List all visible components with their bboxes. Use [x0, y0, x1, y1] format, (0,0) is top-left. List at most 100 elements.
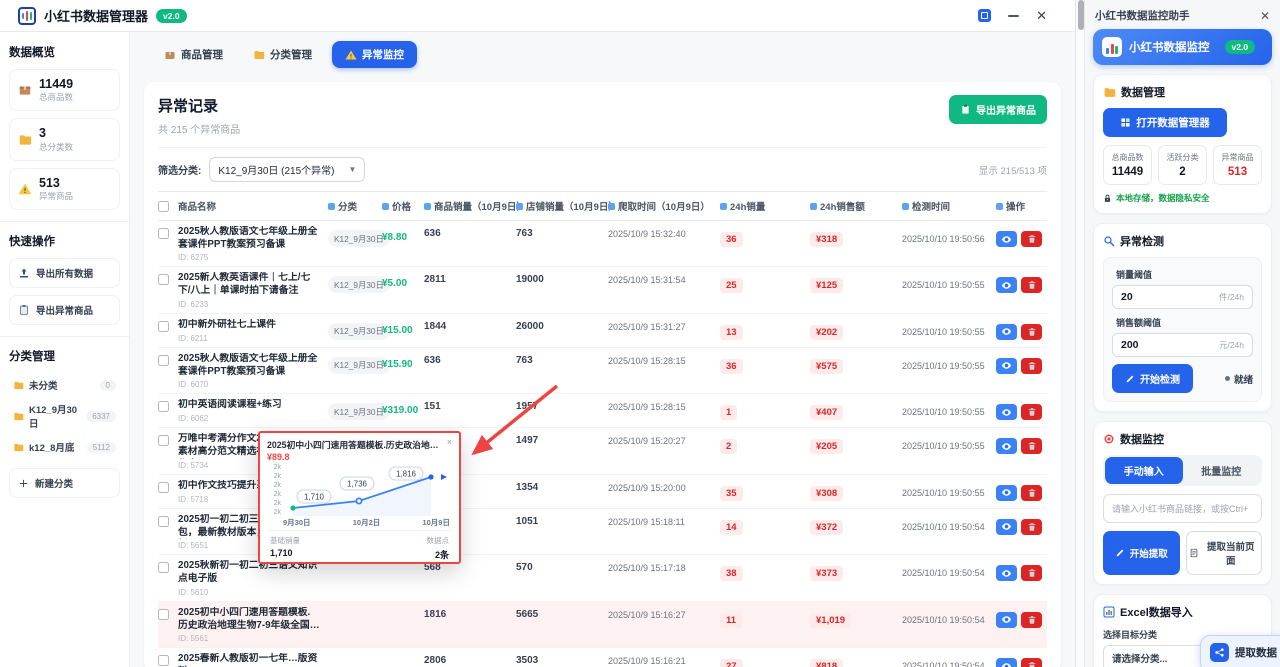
- column-sort-icon[interactable]: [424, 203, 431, 210]
- view-button[interactable]: [996, 277, 1017, 293]
- delete-button[interactable]: [1021, 565, 1042, 581]
- product-name[interactable]: 初中英语阅读课程+练习: [178, 399, 328, 412]
- delete-button[interactable]: [1021, 438, 1042, 454]
- view-button[interactable]: [996, 231, 1017, 247]
- export-abnormal-products-button[interactable]: 导出异常商品: [949, 95, 1047, 124]
- col-24h-revenue[interactable]: 24h销售额: [820, 199, 865, 213]
- row-checkbox[interactable]: [158, 516, 169, 527]
- col-price[interactable]: 价格: [392, 199, 411, 213]
- view-button[interactable]: [996, 485, 1017, 501]
- view-button[interactable]: [996, 404, 1017, 420]
- delete-button[interactable]: [1021, 324, 1042, 340]
- column-sort-icon[interactable]: [720, 203, 727, 210]
- column-sort-icon[interactable]: [810, 203, 817, 210]
- delete-button[interactable]: [1021, 404, 1042, 420]
- product-link-input[interactable]: 请输入小红书商品链接，或按Ctrl+: [1103, 494, 1262, 523]
- scrollbar-thumb[interactable]: [1078, 0, 1084, 30]
- detect-time: 2025/10/10 19:50:54: [902, 607, 996, 625]
- app-title: 小红书数据管理器: [44, 6, 148, 25]
- select-all-checkbox[interactable]: [158, 201, 169, 212]
- sales-threshold-input[interactable]: 20 件/24h: [1112, 285, 1253, 309]
- pin-window-icon[interactable]: [978, 9, 991, 22]
- row-checkbox[interactable]: [158, 274, 169, 285]
- delete-button[interactable]: [1021, 231, 1042, 247]
- extract-current-page-button[interactable]: 提取当前页面: [1186, 531, 1263, 575]
- new-category-button[interactable]: 新建分类: [9, 468, 120, 498]
- view-button[interactable]: [996, 565, 1017, 581]
- delete-button[interactable]: [1021, 358, 1042, 374]
- column-sort-icon[interactable]: [996, 203, 1003, 210]
- crawl-time: 2025/10/9 15:20:27: [608, 433, 720, 446]
- floating-extract-button[interactable]: 提取数据: [1200, 635, 1280, 667]
- col-actions[interactable]: 操作: [1006, 199, 1025, 213]
- delete-button[interactable]: [1021, 612, 1042, 628]
- column-sort-icon[interactable]: [516, 203, 523, 210]
- product-name[interactable]: 2025秋人教版语文七年级上册全套课件PPT教案预习备课: [178, 353, 328, 378]
- assistant-panel: 小红书数据监控助手 ✕ 小红书数据监控 v2.0 数据管理 打开数据管理器 总商…: [1085, 0, 1280, 667]
- assistant-close-icon[interactable]: ✕: [1260, 10, 1270, 22]
- view-button[interactable]: [996, 438, 1017, 454]
- col-24h-sales[interactable]: 24h销量: [730, 199, 765, 213]
- row-checkbox[interactable]: [158, 355, 169, 366]
- column-sort-icon[interactable]: [608, 203, 615, 210]
- tab-manual-input[interactable]: 手动输入: [1105, 457, 1183, 484]
- product-name[interactable]: 2025秋新初一初二初三语文知识点电子版: [178, 560, 328, 585]
- category-item-k12-aug[interactable]: k12_8月底 5112: [9, 435, 120, 459]
- close-window-icon[interactable]: ✕: [1036, 9, 1047, 22]
- col-crawl-time[interactable]: 爬取时间（10月9日）: [618, 199, 710, 213]
- product-name[interactable]: 2025新人教英语课件｜七上/七下/八上｜单课时拍下请备注: [178, 272, 328, 297]
- row-checkbox[interactable]: [158, 482, 169, 493]
- row-checkbox[interactable]: [158, 562, 169, 573]
- row-checkbox[interactable]: [158, 655, 169, 666]
- abnormal-detection-card: 异常检测 销量阈值 20 件/24h 销售额阈值 200 元/24h 开始检测: [1093, 223, 1272, 412]
- popup-close-icon[interactable]: ×: [447, 438, 452, 447]
- view-button[interactable]: [996, 612, 1017, 628]
- start-detection-button[interactable]: 开始检测: [1112, 364, 1193, 393]
- product-name[interactable]: 2025初中小四门速用答题模板.历史政治地理生物7-9年级全国通用: [178, 607, 328, 632]
- row-checkbox[interactable]: [158, 609, 169, 620]
- revenue-threshold-input[interactable]: 200 元/24h: [1112, 333, 1253, 357]
- tab-abnormal-monitor[interactable]: 异常监控: [332, 41, 417, 68]
- row-checkbox[interactable]: [158, 228, 169, 239]
- view-button[interactable]: [996, 358, 1017, 374]
- minimize-icon[interactable]: [1008, 15, 1019, 17]
- page-scrollbar[interactable]: [1076, 0, 1085, 667]
- product-name[interactable]: 初中新外研社七上课件: [178, 319, 328, 332]
- row-checkbox[interactable]: [158, 321, 169, 332]
- row-checkbox[interactable]: [158, 435, 169, 446]
- category-item-k12-sep30[interactable]: K12_9月30日 6337: [9, 397, 120, 435]
- column-sort-icon[interactable]: [328, 203, 335, 210]
- row-checkbox[interactable]: [158, 401, 169, 412]
- column-sort-icon[interactable]: [902, 203, 909, 210]
- tab-category-management[interactable]: 分类管理: [243, 41, 322, 68]
- view-button[interactable]: [996, 658, 1017, 667]
- col-product-sales[interactable]: 商品销量（10月9日）: [434, 199, 526, 213]
- assistant-banner[interactable]: 小红书数据监控 v2.0: [1093, 29, 1272, 65]
- start-extract-button[interactable]: 开始提取: [1103, 531, 1180, 575]
- view-button[interactable]: [996, 519, 1017, 535]
- tab-product-management[interactable]: 商品管理: [154, 41, 233, 68]
- col-shop-sales[interactable]: 店铺销量（10月9日）: [526, 199, 618, 213]
- assistant-header: 小红书数据监控助手 ✕: [1093, 6, 1272, 29]
- export-abnormal-button[interactable]: 导出异常商品: [9, 295, 120, 325]
- category-item-uncategorized[interactable]: 未分类 0: [9, 373, 120, 397]
- tab-batch-monitor[interactable]: 批量监控: [1183, 457, 1261, 484]
- col-category[interactable]: 分类: [338, 199, 357, 213]
- product-name[interactable]: 2025秋人教版语文七年级上册全套课件PPT教案预习备课: [178, 226, 328, 251]
- base-sales-label: 基础销量: [270, 535, 300, 546]
- shop-sales: 763: [516, 353, 608, 366]
- delete-button[interactable]: [1021, 519, 1042, 535]
- delete-button[interactable]: [1021, 277, 1042, 293]
- col-detect-time[interactable]: 检测时间: [912, 199, 950, 213]
- stat-label: 活跃分类: [1161, 152, 1204, 163]
- delete-button[interactable]: [1021, 658, 1042, 667]
- category-filter-select[interactable]: K12_9月30日 (215个异常) ▼: [209, 157, 365, 182]
- product-name[interactable]: 2025春新人教版初一七年…版资料: [178, 653, 328, 667]
- export-all-data-button[interactable]: 导出所有数据: [9, 258, 120, 288]
- col-product-name[interactable]: 商品名称: [178, 199, 216, 213]
- target-category-select[interactable]: 请选择分类... ▼: [1103, 645, 1215, 667]
- open-data-manager-button[interactable]: 打开数据管理器: [1103, 108, 1227, 137]
- column-sort-icon[interactable]: [382, 203, 389, 210]
- delete-button[interactable]: [1021, 485, 1042, 501]
- view-button[interactable]: [996, 324, 1017, 340]
